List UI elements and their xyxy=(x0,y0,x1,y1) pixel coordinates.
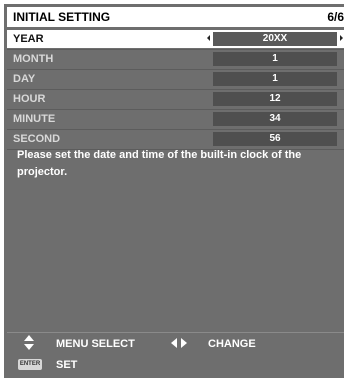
change-label: CHANGE xyxy=(208,338,256,350)
dialog-header: INITIAL SETTING 6/6 xyxy=(7,7,344,27)
month-value[interactable]: 1 xyxy=(213,52,337,66)
minute-value[interactable]: 34 xyxy=(213,112,337,126)
page-indicator: 6/6 xyxy=(327,10,344,24)
month-label: MONTH xyxy=(13,53,54,65)
left-right-arrows-icon xyxy=(171,338,187,348)
footer-divider xyxy=(7,332,344,333)
day-label: DAY xyxy=(13,73,36,85)
second-value[interactable]: 56 xyxy=(213,132,337,146)
year-label: YEAR xyxy=(13,33,44,45)
up-down-arrows-icon xyxy=(24,335,34,350)
menu-select-label: MENU SELECT xyxy=(56,338,135,350)
initial-setting-dialog: INITIAL SETTING 6/6 YEAR 20XX MONTH 1 DA… xyxy=(4,4,344,378)
month-row[interactable]: MONTH 1 xyxy=(7,50,344,68)
left-arrow-icon[interactable] xyxy=(207,35,210,41)
second-row[interactable]: SECOND 56 xyxy=(7,130,344,148)
day-row[interactable]: DAY 1 xyxy=(7,70,344,88)
hour-value[interactable]: 12 xyxy=(213,92,337,106)
help-message: Please set the date and time of the buil… xyxy=(17,149,302,178)
enter-key-label: ENTER xyxy=(19,361,41,367)
minute-row[interactable]: MINUTE 34 xyxy=(7,110,344,128)
year-row[interactable]: YEAR 20XX xyxy=(7,30,344,48)
minute-label: MINUTE xyxy=(13,113,56,125)
right-arrow-icon[interactable] xyxy=(340,35,343,41)
set-label: SET xyxy=(56,359,78,371)
dialog-title: INITIAL SETTING xyxy=(13,10,111,24)
hour-label: HOUR xyxy=(13,93,46,105)
second-label: SECOND xyxy=(13,133,61,145)
year-value[interactable]: 20XX xyxy=(213,32,337,46)
day-value[interactable]: 1 xyxy=(213,72,337,86)
enter-key-icon: ENTER xyxy=(18,359,42,370)
hour-row[interactable]: HOUR 12 xyxy=(7,90,344,108)
